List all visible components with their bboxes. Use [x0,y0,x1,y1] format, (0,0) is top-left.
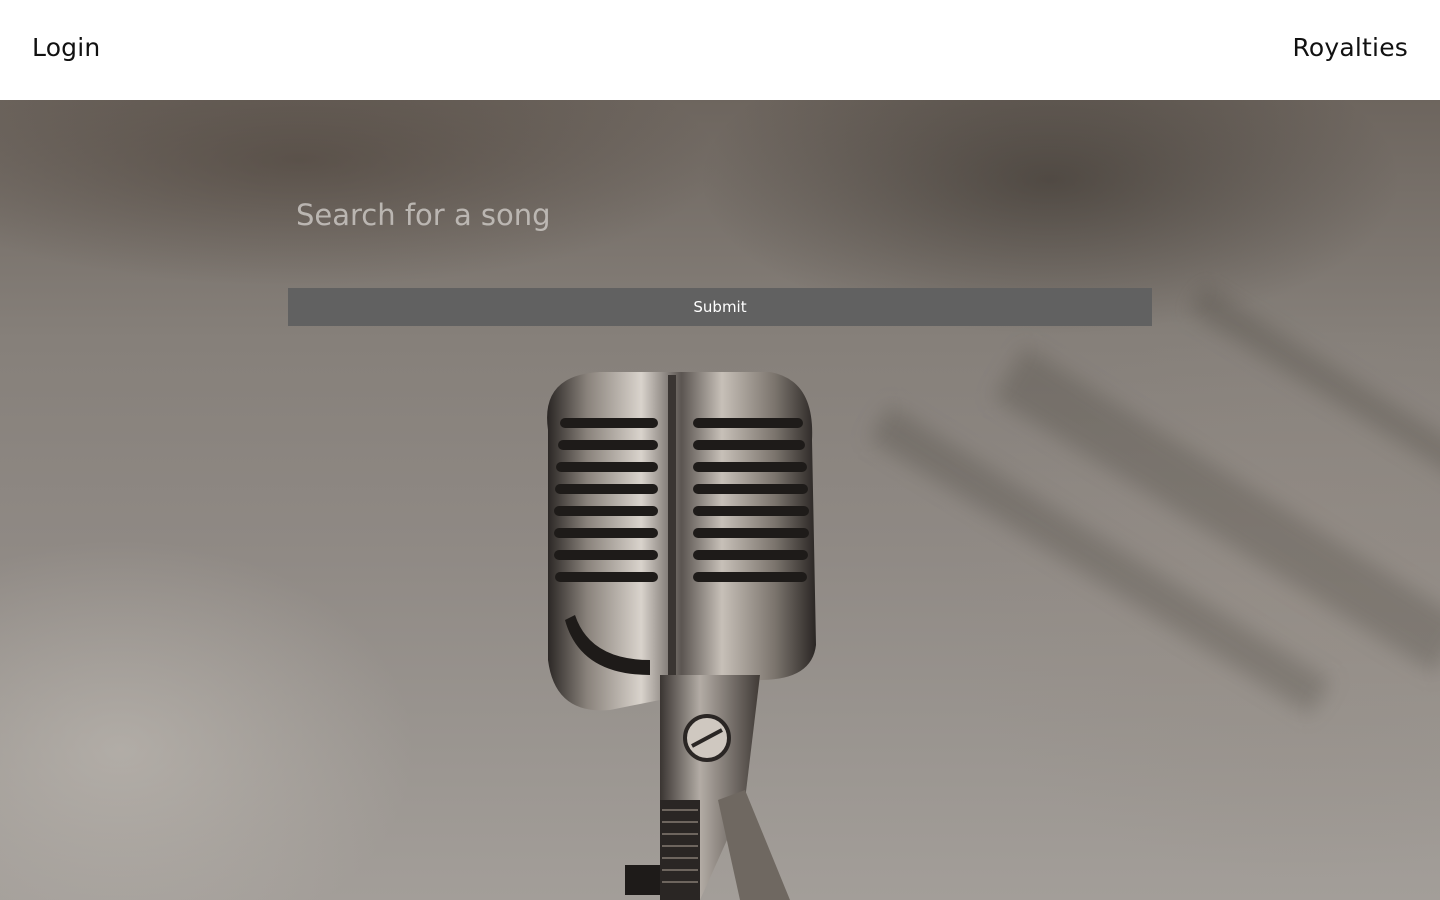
song-search-input[interactable] [288,190,1152,240]
submit-button[interactable]: Submit [288,288,1152,326]
top-navigation-bar: Login Royalties [0,0,1440,100]
login-link[interactable]: Login [32,33,100,62]
royalties-link[interactable]: Royalties [1292,33,1408,62]
hero-background: Submit [0,100,1440,900]
